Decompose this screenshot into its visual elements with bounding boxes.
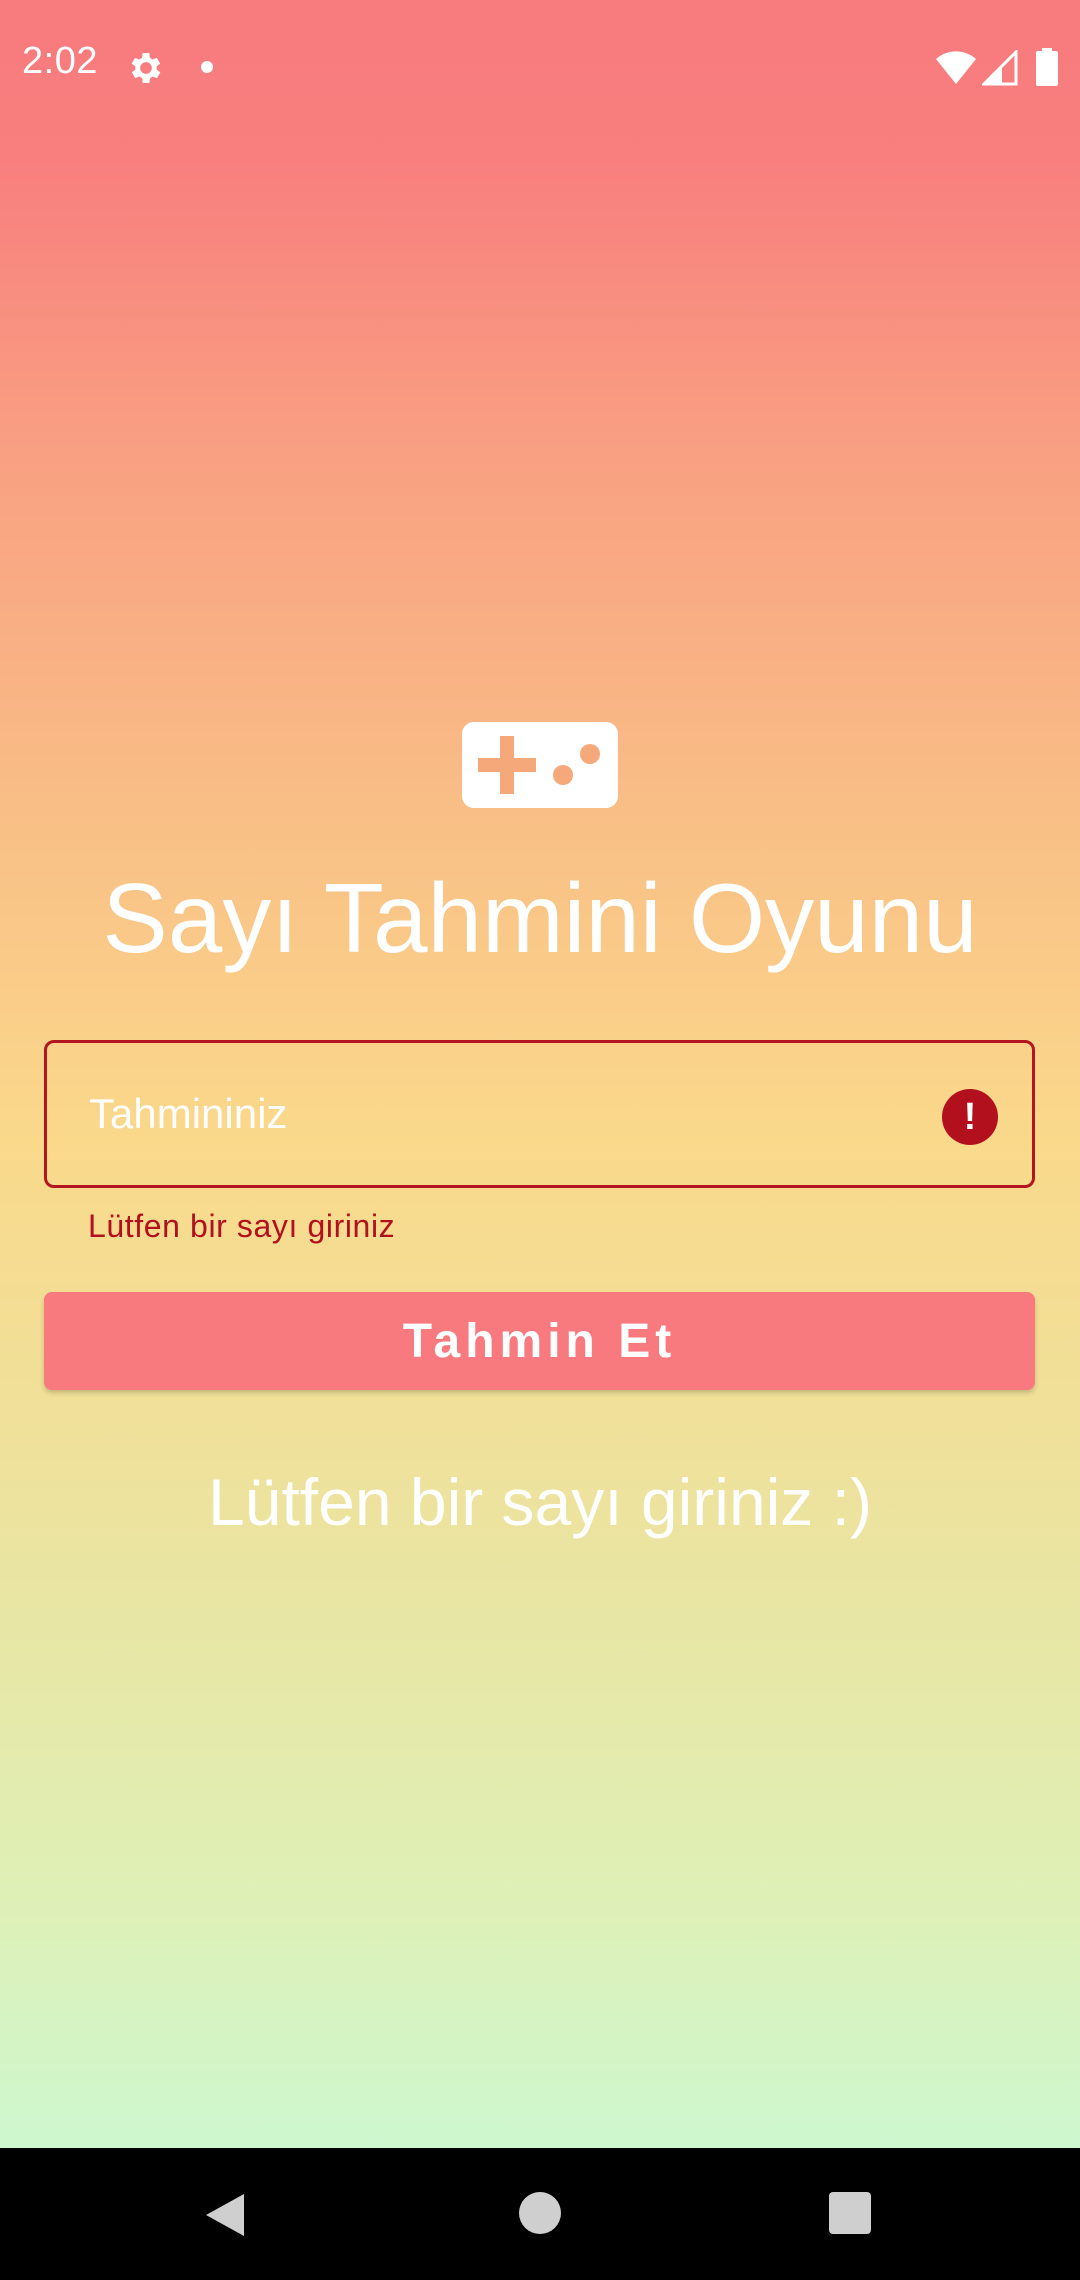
notification-dot-icon [201,61,213,73]
signal-icon [982,50,1018,86]
status-time: 2:02 [22,40,98,82]
gear-icon [131,53,161,83]
result-message: Lütfen bir sayı giriniz :) [208,1465,872,1539]
page-title: Sayı Tahmini Oyunu [102,863,978,973]
guess-button[interactable]: Tahmin Et [44,1292,1035,1390]
navigation-bar [0,2148,1080,2280]
status-bar: 2:02 [0,0,1080,132]
back-icon[interactable] [200,2190,250,2240]
wifi-icon [936,51,976,84]
error-icon: ! [942,1089,998,1145]
battery-icon [1036,48,1058,86]
guess-field[interactable]: ! [44,1040,1035,1188]
guess-input[interactable] [89,1043,909,1185]
home-icon[interactable] [519,2192,561,2234]
recents-icon[interactable] [829,2192,871,2234]
error-message: Lütfen bir sayı giriniz [88,1208,396,1244]
app-screen: 2:02 Sayı Tahmini Oyunu ! Lütfen bir say… [0,0,1080,2280]
gamepad-icon [462,722,618,808]
